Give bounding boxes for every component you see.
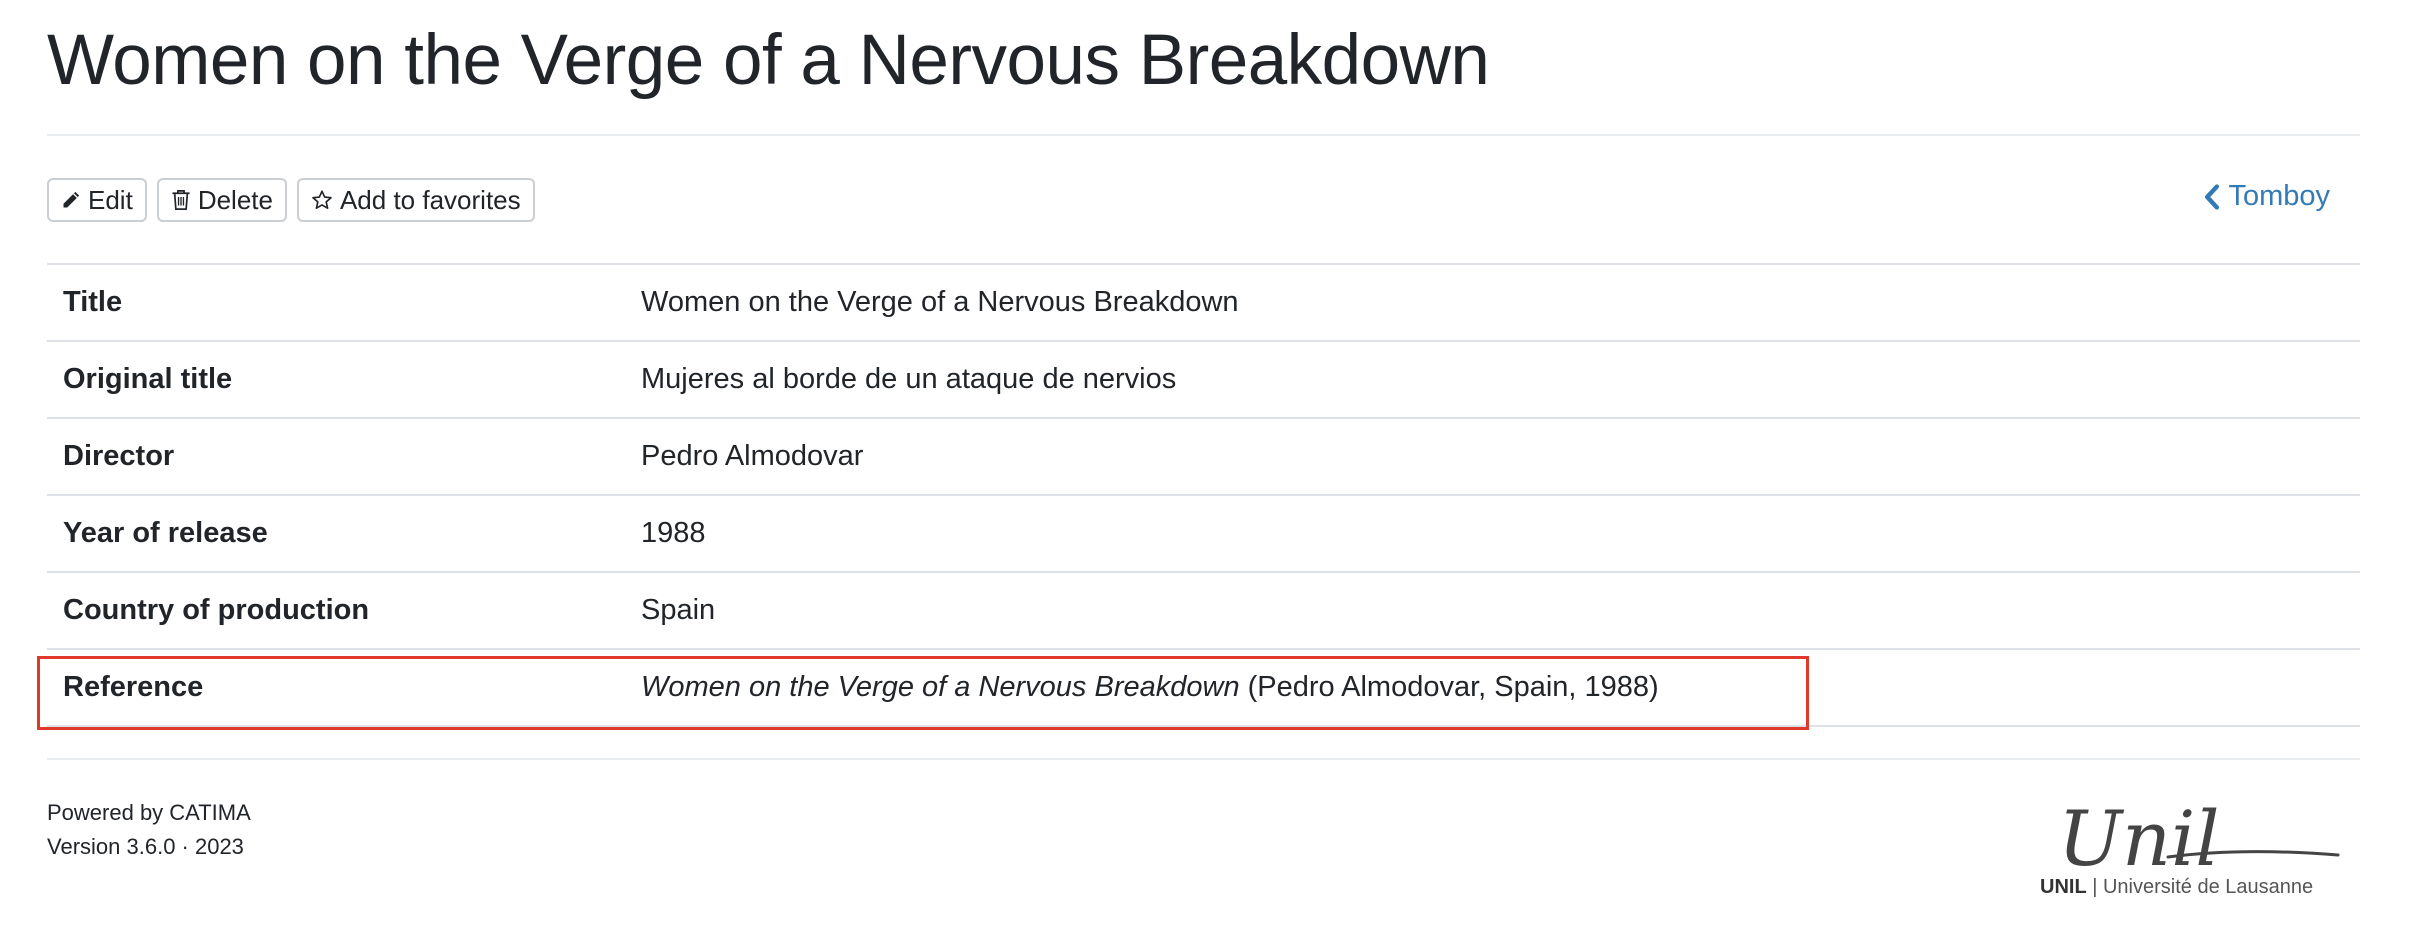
add-to-favorites-button[interactable]: Add to favorites: [296, 178, 535, 222]
edit-button[interactable]: Edit: [47, 178, 147, 222]
chevron-left-icon: [2205, 183, 2220, 210]
delete-button-label: Delete: [197, 184, 273, 215]
footer-divider: [47, 758, 2360, 760]
reference-title: Women on the Verge of a Nervous Breakdow…: [641, 671, 1240, 703]
unil-caption-bold: UNIL: [2040, 876, 2087, 898]
detail-row-reference: Reference Women on the Verge of a Nervou…: [47, 648, 2360, 727]
detail-label: Title: [47, 263, 625, 341]
trash-icon: [172, 189, 190, 211]
detail-value: Spain: [625, 571, 2360, 649]
detail-label: Director: [47, 417, 625, 495]
footer-info: Powered by CATIMA Version 3.6.0 · 2023: [47, 796, 251, 864]
detail-label: Year of release: [47, 494, 625, 572]
detail-row-original-title: Original title Mujeres al borde de un at…: [47, 340, 2360, 418]
detail-row-year: Year of release 1988: [47, 494, 2360, 572]
action-toolbar: Edit Delete Add to favorites: [47, 178, 535, 222]
reference-value: Women on the Verge of a Nervous Breakdow…: [625, 648, 2360, 727]
powered-by-text: Powered by CATIMA: [47, 800, 251, 825]
detail-value: Women on the Verge of a Nervous Breakdow…: [625, 263, 2360, 341]
detail-value: 1988: [625, 494, 2360, 572]
edit-button-label: Edit: [88, 184, 133, 215]
page-title: Women on the Verge of a Nervous Breakdow…: [47, 21, 1490, 100]
unil-logo-caption: UNIL | Université de Lausanne: [2040, 876, 2313, 899]
detail-value: Mujeres al borde de un ataque de nervios: [625, 340, 2360, 418]
pencil-icon: [63, 191, 80, 208]
star-icon: [312, 190, 332, 209]
favorites-button-label: Add to favorites: [339, 184, 521, 215]
detail-label: Original title: [47, 340, 625, 418]
back-link-label: Tomboy: [2228, 180, 2330, 212]
header-divider: [47, 134, 2360, 136]
detail-row-director: Director Pedro Almodovar: [47, 417, 2360, 495]
detail-row-country: Country of production Spain: [47, 571, 2360, 649]
film-details-table: Title Women on the Verge of a Nervous Br…: [47, 263, 2360, 727]
reference-suffix: (Pedro Almodovar, Spain, 1988): [1239, 671, 1659, 703]
version-text: Version 3.6.0 · 2023: [47, 834, 244, 859]
detail-row-title: Title Women on the Verge of a Nervous Br…: [47, 263, 2360, 341]
detail-label: Country of production: [47, 571, 625, 649]
detail-value: Pedro Almodovar: [625, 417, 2360, 495]
back-link-tomboy[interactable]: Tomboy: [2204, 180, 2330, 213]
reference-label: Reference: [47, 648, 625, 727]
unil-logo-wordmark: Unil: [2058, 794, 2220, 883]
unil-caption-rest: | Université de Lausanne: [2086, 876, 2314, 898]
delete-button[interactable]: Delete: [156, 178, 287, 222]
